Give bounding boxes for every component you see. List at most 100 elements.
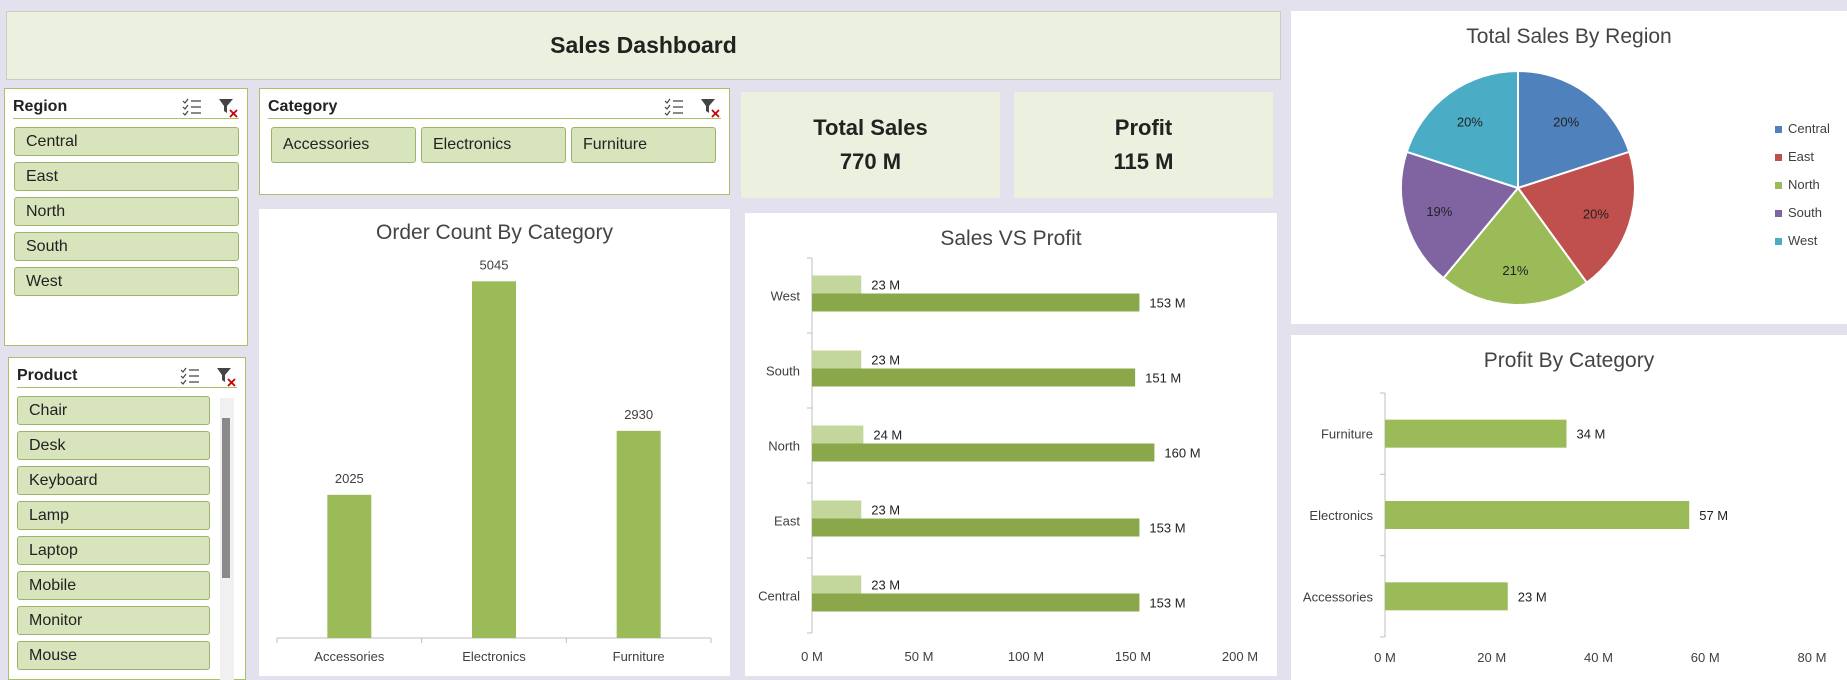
slice-label: 20% xyxy=(1553,115,1579,130)
product-item-monitor[interactable]: Monitor xyxy=(17,606,210,635)
clear-filter-icon[interactable] xyxy=(217,96,239,118)
profit-bar[interactable] xyxy=(812,425,864,444)
legend-swatch xyxy=(1775,238,1782,245)
slice-label: 21% xyxy=(1502,263,1528,278)
scrollbar-thumb[interactable] xyxy=(222,418,230,578)
data-label: 153 M xyxy=(1149,596,1185,611)
legend-swatch xyxy=(1775,126,1782,133)
total-sales-card: Total Sales 770 M xyxy=(741,92,1000,198)
bar[interactable] xyxy=(1385,501,1690,529)
dashboard-title: Sales Dashboard xyxy=(6,11,1281,80)
product-item-chair[interactable]: Chair xyxy=(17,396,210,425)
bar[interactable] xyxy=(616,430,661,638)
slicer-header: Product xyxy=(17,364,237,388)
legend-swatch xyxy=(1775,210,1782,217)
profit-label: Profit xyxy=(1114,115,1173,140)
data-label: 160 M xyxy=(1164,446,1200,461)
x-tick-label: 50 M xyxy=(905,649,934,664)
bar[interactable] xyxy=(1385,582,1508,611)
x-tick-label: 20 M xyxy=(1477,650,1506,665)
category-label: Accessories xyxy=(314,649,385,664)
profit-bar[interactable] xyxy=(812,575,862,594)
legend-swatch xyxy=(1775,154,1782,161)
category-label: Furniture xyxy=(1321,427,1373,442)
legend-label: East xyxy=(1788,149,1814,164)
category-label: East xyxy=(774,514,800,529)
order-count-chart: 2025 Accessories 5045 Electronics 2930 Furnit… xyxy=(276,257,712,664)
profit-value: 115 M xyxy=(1113,149,1174,174)
slice-label: 20% xyxy=(1583,206,1609,221)
sales-bar[interactable] xyxy=(812,293,1140,312)
region-item-south[interactable]: South xyxy=(14,232,239,261)
profit-bar[interactable] xyxy=(812,500,862,519)
data-label: 57 M xyxy=(1699,508,1728,523)
data-label: 34 M xyxy=(1576,427,1605,442)
x-tick-label: 80 M xyxy=(1798,650,1827,665)
x-tick-label: 60 M xyxy=(1691,650,1720,665)
category-label: North xyxy=(768,439,800,454)
product-item-laptop[interactable]: Laptop xyxy=(17,536,210,565)
product-item-mobile[interactable]: Mobile xyxy=(17,571,210,600)
bar[interactable] xyxy=(327,494,372,638)
total-sales-label: Total Sales xyxy=(813,115,928,140)
product-item-lamp[interactable]: Lamp xyxy=(17,501,210,530)
slice-label: 20% xyxy=(1457,115,1483,130)
data-label: 2930 xyxy=(624,407,653,422)
data-label: 151 M xyxy=(1145,371,1181,386)
category-label: Electronics xyxy=(462,649,526,664)
product-item-keyboard[interactable]: Keyboard xyxy=(17,466,210,495)
category-label: Electronics xyxy=(1309,508,1373,523)
sales-vs-profit-chart-panel[interactable]: Sales VS Profit West 23 M 153 M South 23 M 15… xyxy=(745,213,1277,676)
region-item-north[interactable]: North xyxy=(14,197,239,226)
sales-bar[interactable] xyxy=(812,368,1136,387)
product-item-mouse[interactable]: Mouse xyxy=(17,641,210,670)
data-label: 153 M xyxy=(1149,521,1185,536)
sales-vs-profit-chart: West 23 M 153 M South 23 M 151 M North 24 M 160 … xyxy=(758,257,1258,664)
profit-bar[interactable] xyxy=(812,275,862,294)
profit-by-category-chart: Furniture 34 M Electronics 57 M Accessories 2… xyxy=(1303,392,1827,665)
category-item-electronics[interactable]: Electronics xyxy=(421,127,566,163)
profit-by-category-chart-panel[interactable]: Profit By Category Furniture 34 M Electron… xyxy=(1291,335,1847,680)
profit-card: Profit 115 M xyxy=(1014,92,1273,198)
x-tick-label: 100 M xyxy=(1008,649,1044,664)
sales-bar[interactable] xyxy=(812,443,1155,462)
bar[interactable] xyxy=(472,281,516,638)
data-label: 23 M xyxy=(1518,589,1547,604)
sales-bar[interactable] xyxy=(812,518,1140,537)
category-label: West xyxy=(771,289,801,304)
region-item-west[interactable]: West xyxy=(14,267,239,296)
product-slicer-title: Product xyxy=(17,366,78,384)
category-item-accessories[interactable]: Accessories xyxy=(271,127,416,163)
legend-label: West xyxy=(1788,233,1818,248)
legend-label: South xyxy=(1788,205,1822,220)
region-slicer-title: Region xyxy=(13,97,68,115)
sales-by-region-chart-panel[interactable]: Total Sales By Region 20% 20% 21% 19% 20% Cen… xyxy=(1291,11,1847,324)
category-item-furniture[interactable]: Furniture xyxy=(571,127,716,163)
data-label: 23 M xyxy=(871,503,900,518)
clear-filter-icon[interactable] xyxy=(699,96,721,118)
slice-label: 19% xyxy=(1426,204,1452,219)
total-sales-value: 770 M xyxy=(839,149,902,174)
region-item-central[interactable]: Central xyxy=(14,127,239,156)
region-item-east[interactable]: East xyxy=(14,162,239,191)
data-label: 153 M xyxy=(1149,296,1185,311)
data-label: 23 M xyxy=(871,578,900,593)
data-label: 23 M xyxy=(871,353,900,368)
category-label: South xyxy=(766,364,800,379)
profit-bar[interactable] xyxy=(812,350,862,369)
multi-select-icon[interactable] xyxy=(663,96,685,118)
data-label: 24 M xyxy=(873,428,902,443)
data-label: 23 M xyxy=(871,278,900,293)
category-label: Furniture xyxy=(613,649,665,664)
order-count-chart-panel[interactable]: Order Count By Category 2025 Accessories 5… xyxy=(259,209,730,676)
bar[interactable] xyxy=(1385,419,1567,448)
clear-filter-icon[interactable] xyxy=(215,365,237,387)
product-item-desk[interactable]: Desk xyxy=(17,431,210,460)
sales-bar[interactable] xyxy=(812,593,1140,612)
category-slicer-title: Category xyxy=(268,97,338,115)
product-slicer: Product Chair Desk Keyboard Lamp Laptop Mobil… xyxy=(8,357,246,680)
multi-select-icon[interactable] xyxy=(179,365,201,387)
legend-swatch xyxy=(1775,182,1782,189)
multi-select-icon[interactable] xyxy=(181,96,203,118)
category-slicer: Category Accessories Electronics Furniture xyxy=(259,88,730,195)
